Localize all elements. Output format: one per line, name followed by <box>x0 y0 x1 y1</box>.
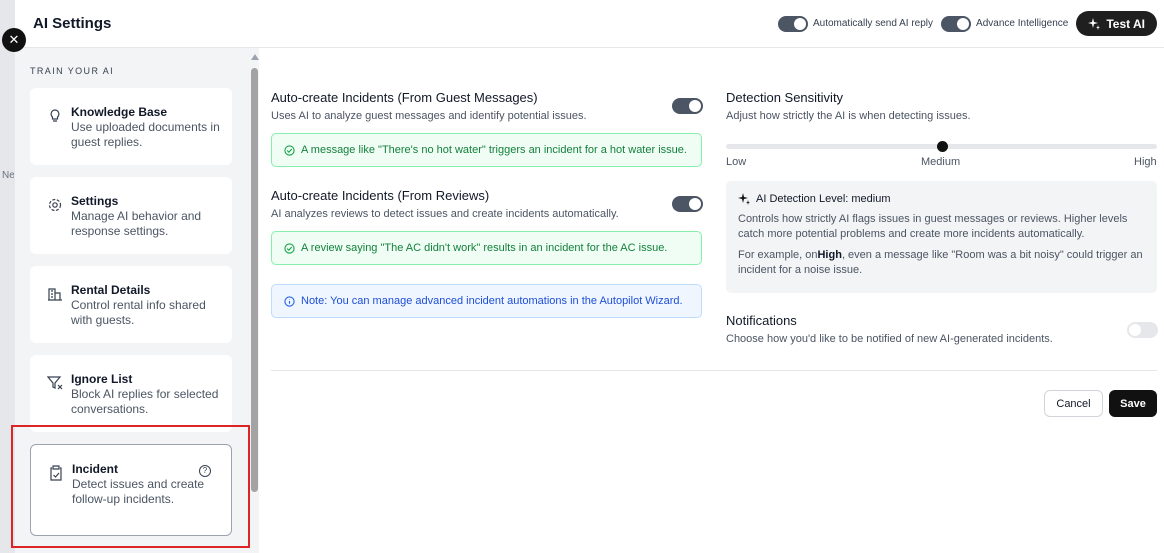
notifications-title: Notifications <box>726 313 797 328</box>
advance-intelligence-toggle[interactable] <box>941 15 972 32</box>
gear-icon <box>48 198 62 212</box>
slider-label-high: High <box>1134 156 1157 168</box>
sensitivity-slider[interactable] <box>726 141 1157 152</box>
filter-x-icon <box>47 376 63 390</box>
guest-messages-toggle[interactable] <box>672 98 703 114</box>
info-icon <box>284 295 295 307</box>
notifications-desc: Choose how you'd like to be notified of … <box>726 333 1053 345</box>
reviews-title: Auto-create Incidents (From Reviews) <box>271 188 490 203</box>
sidebar-item-ignore-list[interactable]: Ignore List Block AI replies for selecte… <box>30 355 232 432</box>
auto-send-toggle[interactable] <box>777 15 808 32</box>
autopilot-note: Note: You can manage advanced incident a… <box>271 284 702 318</box>
auto-send-label: Automatically send AI reply <box>812 18 934 29</box>
detection-level-desc: Controls how strictly AI flags issues in… <box>738 213 1128 240</box>
highlight-box <box>11 425 250 548</box>
sidebar-item-desc: Block AI replies for selected conversati… <box>71 387 219 416</box>
reviews-desc: AI analyzes reviews to detect issues and… <box>271 208 619 220</box>
ai-settings-modal: AI Settings Automatically send AI reply … <box>11 0 1164 553</box>
sidebar-item-desc: Manage AI behavior and response settings… <box>71 209 202 238</box>
sidebar-item-settings[interactable]: Settings Manage AI behavior and response… <box>30 177 232 254</box>
building-icon <box>48 288 62 301</box>
sidebar-item-rental-details[interactable]: Rental Details Control rental info share… <box>30 266 232 343</box>
sidebar-scrollbar-thumb[interactable] <box>251 68 258 492</box>
sidebar: TRAIN YOUR AI Knowledge Base Use uploade… <box>11 48 259 553</box>
lightbulb-icon <box>50 109 60 122</box>
advance-intelligence-label: Advance Intelligence <box>976 18 1069 29</box>
sidebar-item-knowledge-base[interactable]: Knowledge Base Use uploaded documents in… <box>30 88 232 165</box>
guest-messages-desc: Uses AI to analyze guest messages and id… <box>271 110 587 122</box>
sensitivity-slider-thumb[interactable] <box>936 141 948 152</box>
slider-label-low: Low <box>726 156 747 168</box>
check-circle-icon <box>284 242 295 254</box>
sidebar-item-title: Ignore List <box>71 372 133 386</box>
sparkle-icon <box>738 193 750 205</box>
sidebar-item-desc: Control rental info shared with guests. <box>71 298 206 327</box>
save-button[interactable]: Save <box>1109 390 1157 417</box>
detection-level-title: AI Detection Level: medium <box>756 193 891 205</box>
incident-settings-panel: Auto-create Incidents (From Guest Messag… <box>259 48 1164 553</box>
advance-intelligence-toggle-group: Advance Intelligence <box>941 15 1069 32</box>
test-ai-button[interactable]: Test AI <box>1076 11 1157 36</box>
check-circle-icon <box>284 144 295 156</box>
sidebar-item-title: Knowledge Base <box>71 105 168 119</box>
sensitivity-desc: Adjust how strictly the AI is when detec… <box>726 110 971 122</box>
review-example-box: A review saying "The AC didn't work" res… <box>271 231 702 265</box>
divider <box>271 370 1157 371</box>
detection-level-info: AI Detection Level: medium Controls how … <box>726 181 1157 293</box>
reviews-toggle[interactable] <box>672 196 703 212</box>
sidebar-item-desc: Use uploaded documents in guest replies. <box>71 120 220 149</box>
guest-messages-title: Auto-create Incidents (From Guest Messag… <box>271 90 538 105</box>
sidebar-item-title: Settings <box>71 194 119 208</box>
close-icon[interactable]: ✕ <box>2 28 26 52</box>
guest-example-box: A message like "There's no hot water" tr… <box>271 133 702 167</box>
sidebar-item-title: Rental Details <box>71 283 151 297</box>
notifications-toggle[interactable] <box>1127 322 1158 338</box>
modal-header: AI Settings Automatically send AI reply … <box>15 0 1164 48</box>
auto-send-toggle-group: Automatically send AI reply <box>777 15 934 32</box>
sidebar-heading: TRAIN YOUR AI <box>30 66 115 76</box>
scroll-up-arrow[interactable] <box>251 54 259 60</box>
sparkle-icon <box>1088 17 1101 30</box>
sensitivity-title: Detection Sensitivity <box>726 90 844 105</box>
cancel-button[interactable]: Cancel <box>1044 390 1103 417</box>
page-title: AI Settings <box>33 15 112 32</box>
detection-level-example: For example, onHigh, even a message like… <box>738 249 1143 276</box>
slider-label-medium: Medium <box>921 156 961 168</box>
